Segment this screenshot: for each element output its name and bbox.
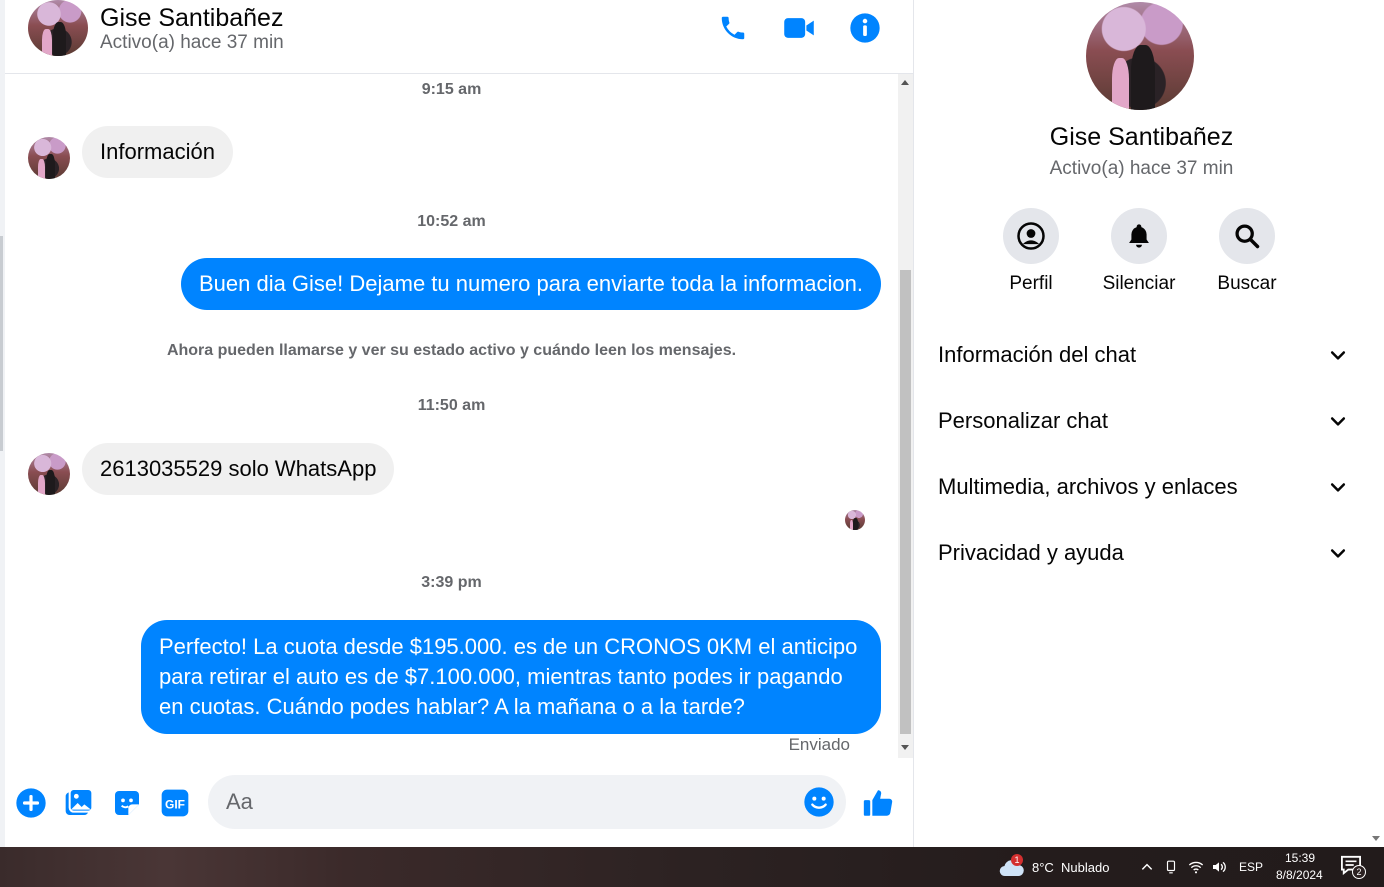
search-label: Buscar — [1217, 273, 1277, 294]
system-notice: Ahora pueden llamarse y ver su estado ac… — [166, 342, 737, 359]
message-list[interactable]: 9:15 am Información 10:52 am Buen dia Gi… — [5, 74, 898, 758]
incoming-message[interactable]: Información — [82, 126, 233, 178]
like-button[interactable] — [861, 786, 895, 820]
sent-status: Enviado — [788, 735, 850, 754]
notifications-button[interactable]: 2 — [1340, 855, 1368, 881]
panel-avatar[interactable] — [1086, 2, 1194, 110]
contact-status: Activo(a) hace 37 min — [100, 32, 284, 53]
chevron-down-icon — [1330, 549, 1346, 558]
section-media-files[interactable]: Multimedia, archivos y enlaces — [938, 462, 1348, 512]
section-chat-info[interactable]: Información del chat — [938, 330, 1348, 380]
chevron-down-icon — [1330, 351, 1346, 360]
section-customize-chat[interactable]: Personalizar chat — [938, 396, 1348, 446]
timestamp: 10:52 am — [417, 213, 486, 230]
profile-action[interactable]: Perfil — [976, 208, 1086, 295]
contact-name[interactable]: Gise Santibañez — [100, 4, 283, 33]
notification-count: 2 — [1352, 865, 1366, 879]
incoming-message[interactable]: 2613035529 solo WhatsApp — [82, 443, 395, 495]
timestamp: 11:50 am — [417, 397, 486, 414]
message-avatar[interactable] — [28, 137, 70, 179]
more-actions-button[interactable] — [14, 786, 48, 820]
outgoing-message[interactable]: Perfecto! La cuota desde $195.000. es de… — [141, 620, 881, 734]
phone-call-button[interactable] — [715, 10, 751, 46]
conversation-info-button[interactable] — [847, 10, 883, 46]
panel-scrollbar[interactable] — [1368, 0, 1384, 847]
search-button[interactable] — [1219, 208, 1275, 264]
chat-column: Gise Santibañez Activo(a) hace 37 min 9:… — [5, 0, 913, 847]
mute-label: Silenciar — [1102, 273, 1176, 294]
mute-action[interactable]: Silenciar — [1084, 208, 1194, 295]
weather-alert-badge: 1 — [1011, 854, 1023, 866]
message-scrollbar[interactable] — [898, 74, 913, 758]
sticker-button[interactable] — [110, 786, 144, 820]
video-call-button[interactable] — [781, 10, 817, 46]
section-title: Información del chat — [938, 342, 1137, 367]
gif-button[interactable]: GIF — [158, 786, 192, 820]
clock-date[interactable]: 8/8/2024 — [1276, 868, 1323, 882]
sticker-icon — [115, 791, 139, 815]
read-receipt-avatar — [845, 510, 865, 530]
weather-text: 8°C Nublado — [1032, 860, 1110, 875]
attach-photo-button[interactable] — [62, 786, 96, 820]
phone-icon — [721, 16, 745, 40]
search-action[interactable]: Buscar — [1192, 208, 1302, 295]
composer: GIF — [5, 758, 913, 847]
profile-button[interactable] — [1003, 208, 1059, 264]
info-icon — [850, 13, 880, 43]
windows-taskbar: 1 8°C Nublado ESP 15:39 8/8/2024 2 — [0, 847, 1384, 887]
plus-circle-icon — [16, 788, 46, 818]
chevron-down-icon — [1330, 483, 1346, 492]
message-input[interactable] — [226, 775, 796, 829]
chevron-up-icon[interactable] — [1140, 860, 1154, 874]
message-avatar[interactable] — [28, 453, 70, 495]
image-icon — [65, 788, 94, 815]
profile-label: Perfil — [1009, 273, 1053, 294]
panel-contact-status: Activo(a) hace 37 min — [1049, 158, 1234, 179]
outgoing-message[interactable]: Buen dia Gise! Dejame tu numero para env… — [180, 258, 881, 310]
section-privacy-help[interactable]: Privacidad y ayuda — [938, 528, 1348, 578]
thumbs-up-icon — [863, 790, 893, 816]
input-language[interactable]: ESP — [1239, 860, 1263, 874]
volume-icon[interactable] — [1210, 859, 1228, 875]
scroll-down-arrow[interactable] — [901, 745, 909, 750]
message-input-wrapper — [208, 775, 846, 829]
emoji-button[interactable] — [802, 785, 836, 819]
weather-widget[interactable]: 1 8°C Nublado — [998, 853, 1128, 881]
bell-icon — [1129, 224, 1149, 248]
chat-header: Gise Santibañez Activo(a) hace 37 min — [5, 0, 913, 74]
mute-button[interactable] — [1111, 208, 1167, 264]
device-icon[interactable] — [1164, 859, 1178, 875]
svg-text:GIF: GIF — [165, 797, 185, 811]
messenger-app: Gise Santibañez Activo(a) hace 37 min 9:… — [0, 0, 1384, 847]
chevron-down-icon — [1330, 417, 1346, 426]
contact-avatar[interactable] — [28, 0, 88, 56]
timestamp: 9:15 am — [421, 81, 482, 98]
panel-contact-name: Gise Santibañez — [1049, 123, 1234, 151]
search-icon — [1235, 224, 1260, 249]
scroll-up-arrow[interactable] — [901, 80, 909, 85]
wifi-icon[interactable] — [1188, 859, 1204, 875]
clock-time[interactable]: 15:39 — [1285, 851, 1315, 865]
left-scroll-grip[interactable] — [0, 236, 3, 451]
user-circle-icon — [1017, 222, 1045, 250]
conversation-details-panel: Gise Santibañez Activo(a) hace 37 min Pe… — [913, 0, 1368, 847]
timestamp: 3:39 pm — [421, 574, 482, 591]
section-title: Multimedia, archivos y enlaces — [938, 474, 1238, 499]
section-title: Privacidad y ayuda — [938, 540, 1124, 565]
video-camera-icon — [784, 18, 814, 38]
emoji-icon — [804, 787, 834, 817]
section-title: Personalizar chat — [938, 408, 1108, 433]
scroll-thumb[interactable] — [900, 270, 911, 734]
gif-icon: GIF — [161, 789, 189, 817]
scroll-down-arrow[interactable] — [1372, 836, 1380, 841]
